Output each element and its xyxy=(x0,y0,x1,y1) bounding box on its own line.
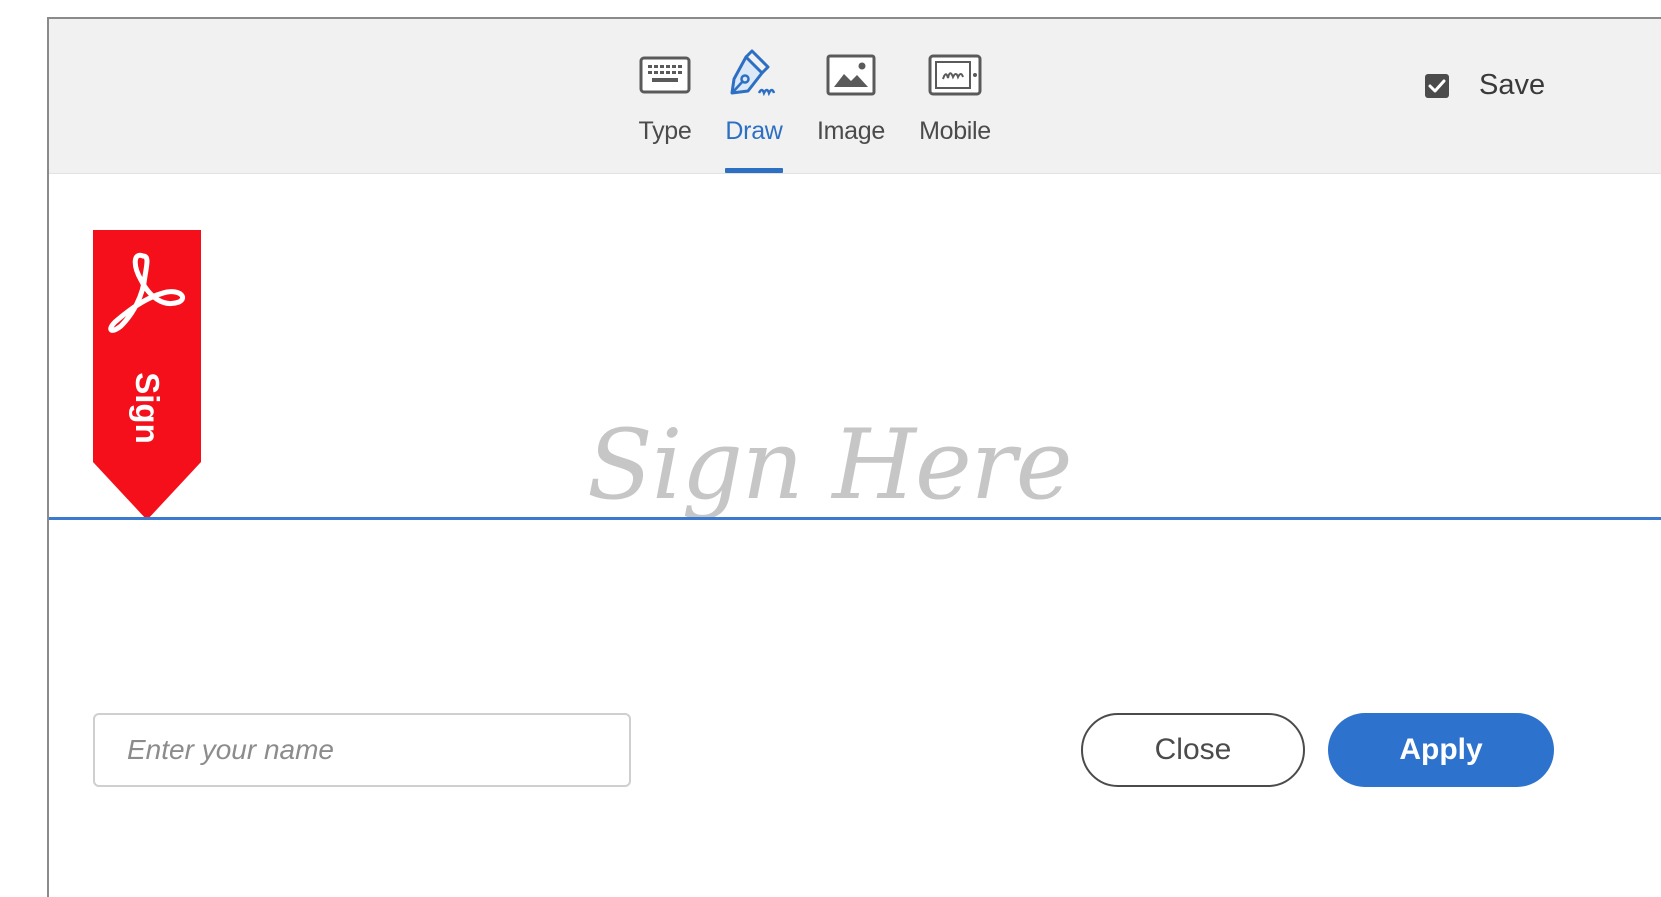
checkmark-icon xyxy=(1428,79,1446,92)
apply-button[interactable]: Apply xyxy=(1328,713,1554,787)
tab-mobile-label: Mobile xyxy=(919,117,991,145)
signature-mode-toolbar: Type Draw Image Mobile Save xyxy=(49,19,1661,174)
sign-banner: Sign xyxy=(93,230,201,520)
tab-image-label: Image xyxy=(817,117,885,145)
save-checkbox[interactable] xyxy=(1425,73,1449,98)
image-icon xyxy=(826,51,876,99)
tab-type[interactable]: Type xyxy=(632,19,698,173)
mobile-icon xyxy=(928,51,982,99)
pen-icon xyxy=(726,49,782,99)
name-input[interactable] xyxy=(93,713,631,787)
save-label: Save xyxy=(1479,69,1546,101)
tab-draw-label: Draw xyxy=(725,117,783,145)
signature-line[interactable] xyxy=(49,517,1661,520)
save-signature-toggle[interactable]: Save xyxy=(1425,69,1545,102)
sign-banner-label: Sign xyxy=(129,372,166,444)
keyboard-icon xyxy=(639,51,691,99)
signature-dialog: Type Draw Image Mobile Save Sign Sign He… xyxy=(47,17,1661,897)
tab-draw[interactable]: Draw xyxy=(723,19,785,173)
tab-type-label: Type xyxy=(638,117,692,145)
tab-image[interactable]: Image xyxy=(815,19,887,173)
active-tab-indicator xyxy=(725,168,783,173)
close-button[interactable]: Close xyxy=(1081,713,1305,787)
tab-mobile[interactable]: Mobile xyxy=(915,19,995,173)
signature-placeholder: Sign Here xyxy=(587,409,1072,521)
